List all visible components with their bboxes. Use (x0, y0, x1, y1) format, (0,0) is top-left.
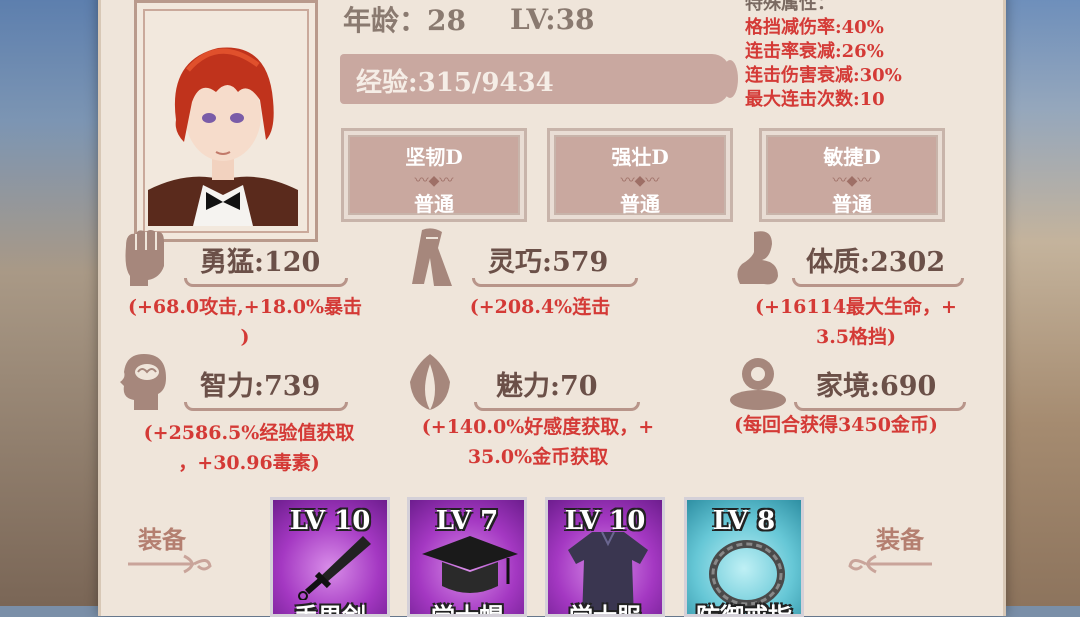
age-text: 年龄：28 (343, 4, 466, 37)
stat-desc-line: ，+30.96毒素) (178, 452, 320, 474)
special-line: 连击伤害衰减:30% (745, 65, 902, 86)
equipment-name: 学士帽 (431, 602, 503, 617)
special-line: 格挡减伤率:40% (745, 17, 884, 38)
age-level-row: 年龄：28 LV:38 (343, 0, 595, 38)
ornament-right (848, 554, 932, 574)
equipment-level: LV 10 (289, 506, 371, 536)
background-right (998, 0, 1080, 606)
stat-label-family: 家境:690 (816, 371, 937, 402)
special-header: 特殊属性： (745, 0, 835, 14)
arm-icon (737, 231, 778, 285)
stat-label-dexterity: 灵巧:579 (488, 247, 609, 278)
stat-desc-intelligence: (+2586.5%经验值获取 ，+30.96毒素) (104, 418, 394, 478)
equipment-level: LV 7 (435, 506, 499, 536)
character-portrait[interactable] (148, 20, 298, 226)
stat-label-charm: 魅力:70 (496, 371, 598, 402)
equipment-name: 手里剑 (294, 602, 366, 617)
fist-icon (125, 230, 164, 286)
exp-text: 经验:315/9434 (356, 68, 554, 98)
level-text: LV:38 (509, 2, 595, 36)
equipment-slot-gown[interactable]: LV 10 学士服 (545, 497, 665, 617)
divider-ornament: 〰◆〰 (832, 173, 872, 189)
ornament-left (128, 554, 212, 574)
equipment-slot-mortarboard[interactable]: LV 7 学士帽 (407, 497, 527, 617)
special-attributes: 特殊属性： 格挡减伤率:40% 连击率衰减:26% 连击伤害衰减:30% 最大连… (745, 0, 902, 112)
divider-ornament: 〰◆〰 (620, 173, 660, 189)
trait-rarity: 普通 (414, 192, 454, 216)
trait-card-strong[interactable]: 强壮D 〰◆〰 普通 (547, 128, 733, 222)
stat-label-intelligence: 智力:739 (200, 371, 321, 402)
stat-desc-charm: (+140.0%好感度获取，+ 35.0%金币获取 (392, 412, 684, 472)
stat-desc-line: (每回合获得3450金币) (734, 414, 938, 436)
equipment-level: LV 8 (712, 506, 776, 536)
equipment-level: LV 10 (564, 506, 646, 536)
stat-desc-line: (+140.0%好感度获取，+ (421, 416, 655, 438)
stat-desc-constitution: (+16114最大生命，+ 3.5格挡) (716, 292, 996, 352)
equipment-name: 学士服 (569, 602, 641, 617)
brain-icon (120, 354, 166, 410)
special-line: 最大连击次数:10 (745, 89, 885, 110)
trait-name: 敏捷D (823, 145, 881, 169)
equipment-label-right: 装备 (876, 525, 924, 554)
stat-desc-bravery: (+68.0攻击,+18.0%暴击 ) (100, 292, 390, 352)
trait-card-agility[interactable]: 敏捷D 〰◆〰 普通 (759, 128, 945, 222)
stat-underline (474, 402, 640, 411)
equipment-label-left: 装备 (138, 525, 186, 554)
equipment-slot-defense-ring[interactable]: LV 8 防御戒指 (684, 497, 804, 617)
stat-underline (472, 278, 638, 287)
stat-desc-family: (每回合获得3450金币) (694, 410, 978, 440)
stat-desc-line: (+208.4%连击 (469, 296, 611, 318)
stat-label-constitution: 体质:2302 (806, 247, 946, 278)
stat-desc-line: (+68.0攻击,+18.0%暴击 (127, 296, 363, 318)
stat-desc-line: (+16114最大生命，+ (755, 296, 957, 318)
flower-icon (410, 354, 450, 410)
trait-rarity: 普通 (832, 192, 872, 216)
mortarboard-icon (422, 536, 518, 593)
trait-name: 坚韧D (405, 145, 463, 169)
stat-desc-line: 35.0%金币获取 (467, 446, 609, 468)
stat-label-bravery: 勇猛:120 (200, 247, 321, 278)
stat-underline (184, 402, 348, 411)
trait-card-tenacity[interactable]: 坚韧D 〰◆〰 普通 (341, 128, 527, 222)
stat-desc-line: 3.5格挡) (815, 326, 897, 348)
equipment-slot-shuriken[interactable]: LV 10 手里剑 (270, 497, 390, 617)
stat-desc-line: (+2586.5%经验值获取 (143, 422, 355, 444)
kunai-icon (298, 536, 371, 600)
trait-rarity: 普通 (620, 192, 660, 216)
divider-ornament: 〰◆〰 (414, 173, 454, 189)
stat-desc-dexterity: (+208.4%连击 (420, 292, 660, 322)
stat-underline (184, 278, 348, 287)
stat-underline (792, 278, 964, 287)
special-line: 连击率衰减:26% (745, 41, 884, 62)
equipment-name: 防御戒指 (696, 602, 792, 617)
trait-name: 强壮D (611, 145, 669, 169)
stat-desc-line: ) (240, 326, 250, 348)
cloth-icon (412, 228, 452, 286)
coin-icon (730, 358, 786, 410)
